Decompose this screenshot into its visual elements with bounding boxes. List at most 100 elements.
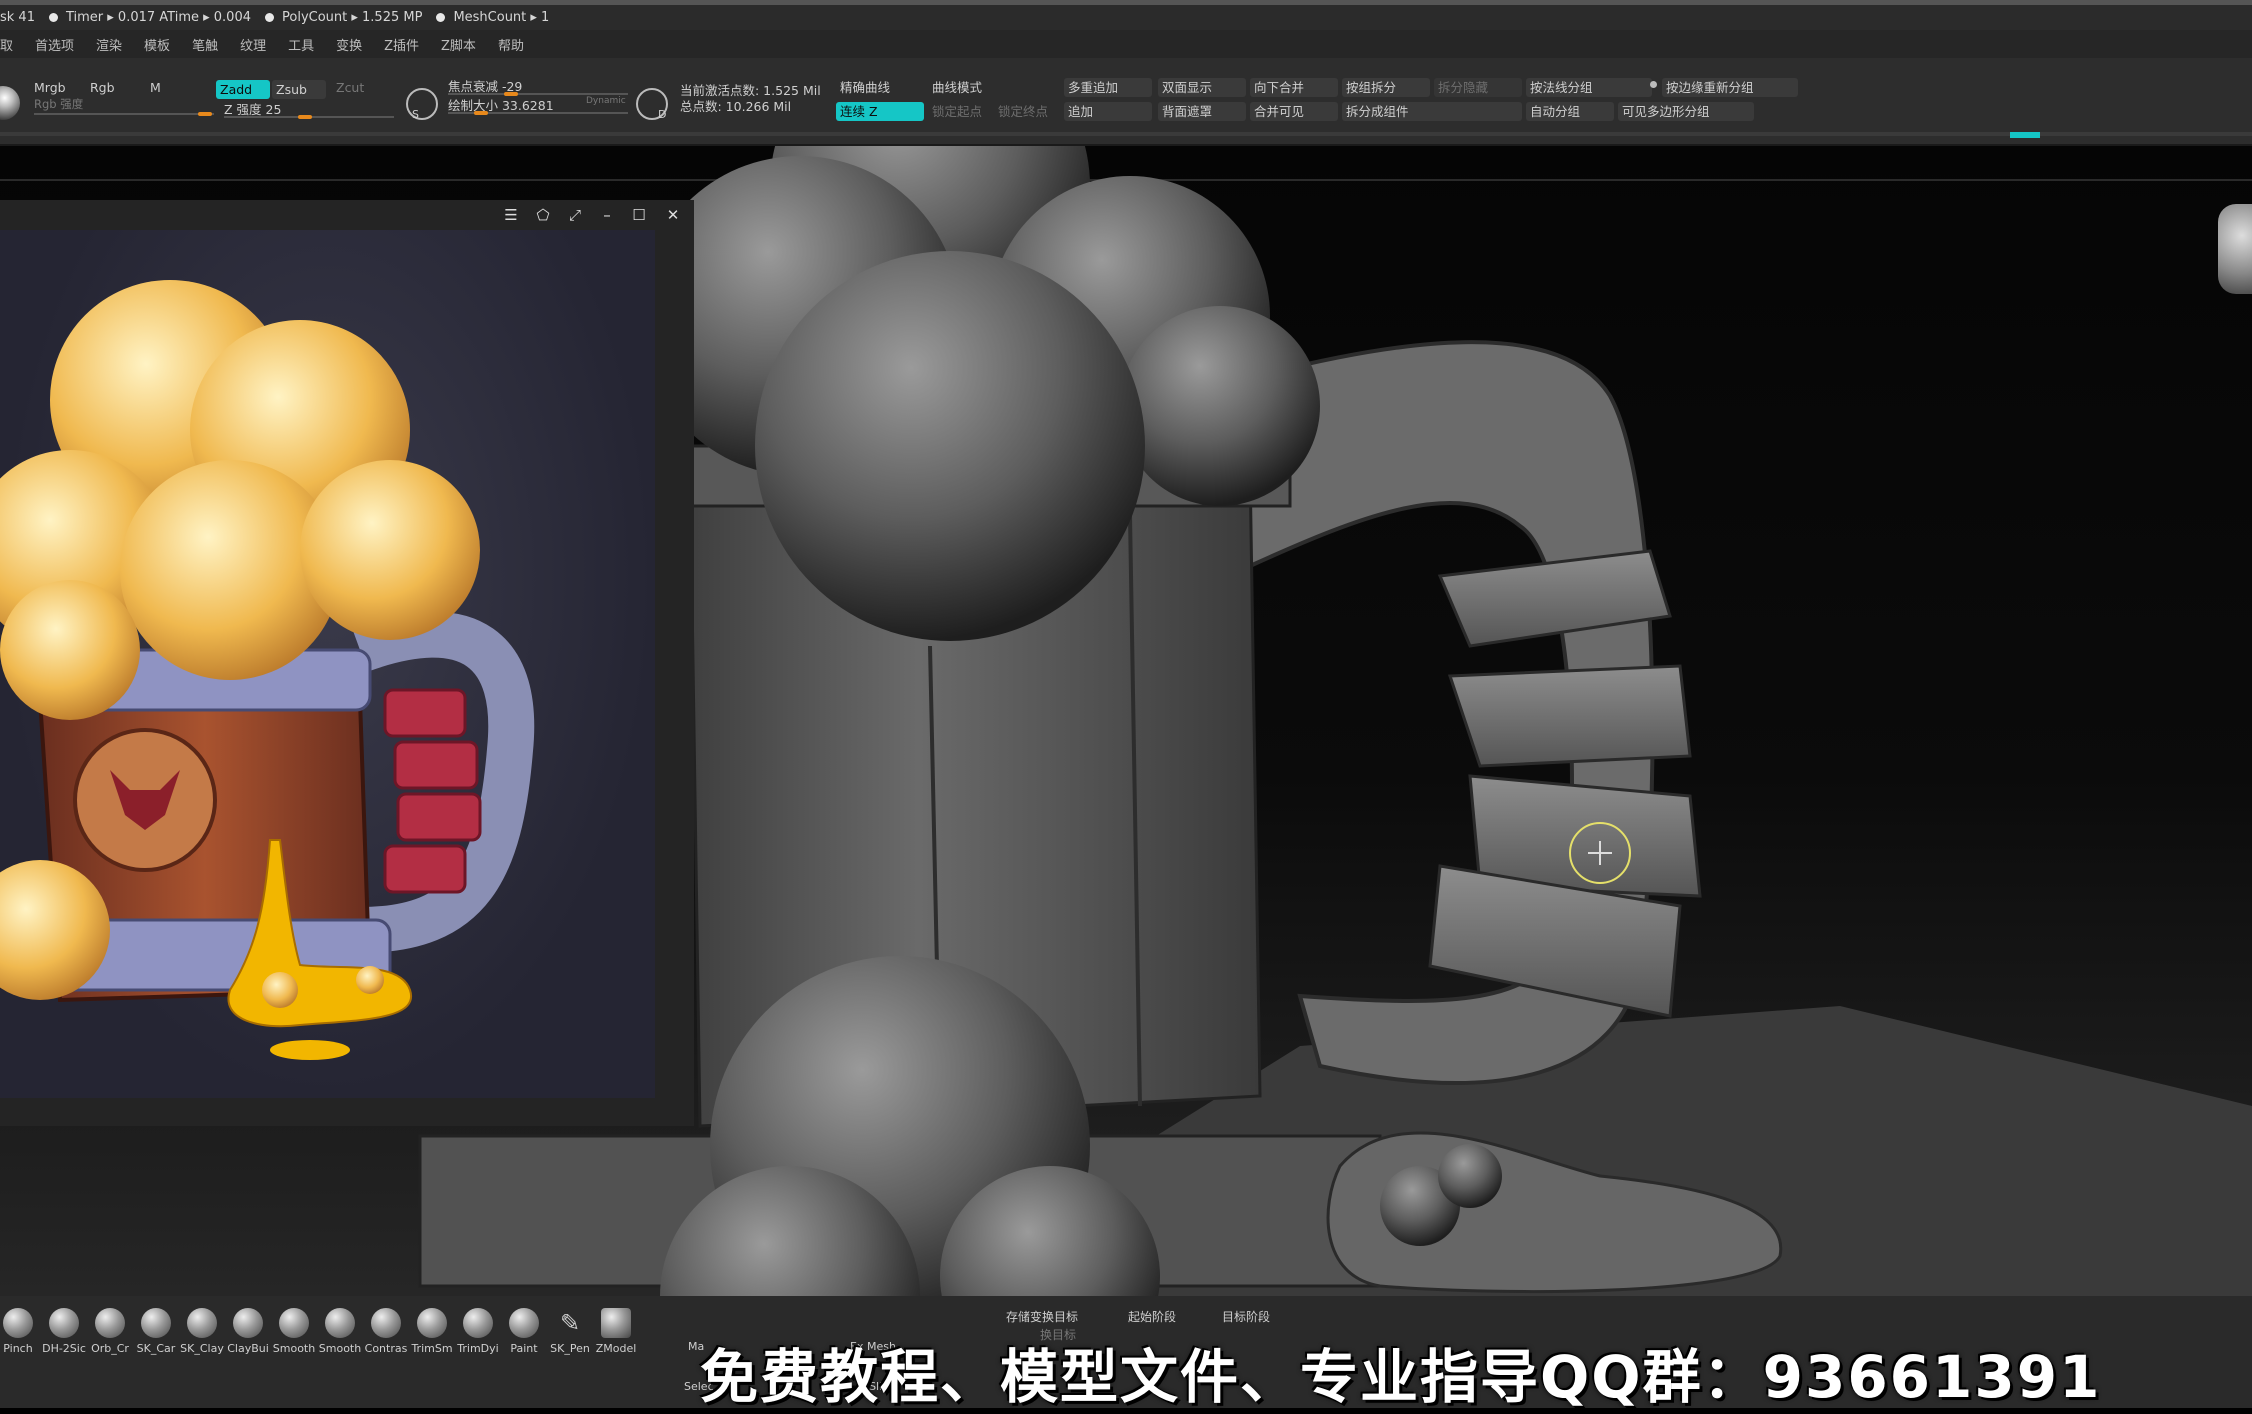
draw-size-knob[interactable] <box>474 111 488 115</box>
brush-icon <box>49 1308 79 1338</box>
target-stage-button[interactable]: 目标阶段 <box>1222 1308 1270 1325</box>
back-mask-button[interactable]: 背面遮罩 <box>1158 102 1246 121</box>
brush-label: SK_Pen <box>550 1342 590 1355</box>
multi-append-button[interactable]: 多重追加 <box>1064 78 1152 97</box>
menu-item-help[interactable]: 帮助 <box>498 35 524 54</box>
z-intensity-knob[interactable] <box>298 115 312 119</box>
rgb-intensity-knob[interactable] <box>198 112 212 116</box>
brush-pinch[interactable]: Pinch <box>0 1308 40 1355</box>
brush-icon <box>417 1308 447 1338</box>
split-components-button[interactable]: 拆分成组件 <box>1342 102 1522 121</box>
zsub-button[interactable]: Zsub <box>272 80 326 99</box>
material-swatch-icon[interactable] <box>0 86 20 120</box>
menu-item-stroke[interactable]: 笔触 <box>192 35 218 54</box>
minimize-icon[interactable]: – <box>598 206 616 224</box>
brush-icon <box>233 1308 263 1338</box>
brush-label: Smooth <box>272 1342 316 1355</box>
double-display-button[interactable]: 双面显示 <box>1158 78 1246 97</box>
menu-item-template[interactable]: 模板 <box>144 35 170 54</box>
brush-icon <box>509 1308 539 1338</box>
brush-sk-car[interactable]: SK_Car <box>134 1308 178 1355</box>
regroup-by-edge-button[interactable]: 按边缘重新分组 <box>1662 78 1798 97</box>
brush-icon <box>141 1308 171 1338</box>
brush-label: TrimSm <box>411 1342 453 1355</box>
rgb-intensity-slider[interactable]: Rgb 强度 <box>34 96 83 112</box>
menu-item[interactable]: 取 <box>0 35 13 54</box>
reference-window-titlebar[interactable]: ☰ ⬠ ⤢ – ☐ ✕ <box>0 200 694 230</box>
view-gizmo-head-icon[interactable] <box>2218 204 2252 294</box>
lock-end-button[interactable]: 锁定终点 <box>994 102 1058 121</box>
menu-item-texture[interactable]: 纹理 <box>240 35 266 54</box>
shelf-scrollbar[interactable] <box>0 132 2252 136</box>
menu-item-zscript[interactable]: Z脚本 <box>441 35 476 54</box>
brush-trimdyn[interactable]: TrimDyi <box>456 1308 500 1355</box>
s-label: S <box>412 108 419 121</box>
brush-dh-2sic[interactable]: DH-2Sic <box>42 1308 86 1355</box>
brush-smooth[interactable]: Smooth <box>272 1308 316 1355</box>
continuous-z-button[interactable]: 连续 Z <box>836 102 924 121</box>
group-visible-polys-button[interactable]: 可见多边形分组 <box>1618 102 1754 121</box>
reference-image-window[interactable]: ☰ ⬠ ⤢ – ☐ ✕ <box>0 200 694 1126</box>
append-button[interactable]: 追加 <box>1064 102 1152 121</box>
menu-bar: 取 首选项 渲染 模板 笔触 纹理 工具 变换 Z插件 Z脚本 帮助 <box>0 30 2252 58</box>
brush-icon <box>95 1308 125 1338</box>
brush-label: DH-2Sic <box>42 1342 86 1355</box>
brush-label: SK_Clay <box>180 1342 224 1355</box>
group-by-normals-button[interactable]: 按法线分组 <box>1526 78 1652 97</box>
brush-label: Contras <box>364 1342 408 1355</box>
dynamic-toggle[interactable]: Dynamic <box>586 96 626 106</box>
mrgb-button[interactable]: Mrgb <box>34 80 66 95</box>
status-item: Timer ▸ 0.017 ATime ▸ 0.004 <box>65 10 251 25</box>
brush-zmodel[interactable]: ZModel <box>594 1308 638 1355</box>
brush-icon <box>463 1308 493 1338</box>
brush-label: Smooth <box>318 1342 362 1355</box>
brush-pinch-icon <box>3 1308 33 1338</box>
pen-icon: ✎ <box>559 1309 581 1337</box>
brush-label: ClayBui <box>227 1342 269 1355</box>
menu-item-preferences[interactable]: 首选项 <box>35 35 74 54</box>
brush-icon <box>187 1308 217 1338</box>
close-icon[interactable]: ✕ <box>664 206 682 224</box>
status-dot-icon <box>436 13 446 22</box>
d-label: D <box>658 108 667 121</box>
curve-mode-button[interactable]: 曲线模式 <box>928 78 1016 97</box>
brush-icon <box>279 1308 309 1338</box>
menu-item-transform[interactable]: 变换 <box>336 35 362 54</box>
menu-icon[interactable]: ☰ <box>502 206 520 224</box>
menu-item-zplugin[interactable]: Z插件 <box>384 35 419 54</box>
m-button[interactable]: M <box>150 80 161 95</box>
brush-claybui[interactable]: ClayBui <box>226 1308 270 1355</box>
brush-label: Pinch <box>3 1342 33 1355</box>
rgb-intensity-track[interactable] <box>34 113 214 115</box>
zadd-button[interactable]: Zadd <box>216 80 270 99</box>
pin-icon[interactable]: ⬠ <box>534 206 552 224</box>
menu-item-tool[interactable]: 工具 <box>288 35 314 54</box>
shelf-scroll-thumb[interactable] <box>2010 132 2040 138</box>
rgb-button[interactable]: Rgb <box>90 80 115 95</box>
start-stage-button[interactable]: 起始阶段 <box>1128 1308 1176 1325</box>
fullscreen-icon[interactable]: ⤢ <box>566 206 584 224</box>
brush-paint[interactable]: Paint <box>502 1308 546 1355</box>
precise-curve-button[interactable]: 精确曲线 <box>836 78 924 97</box>
status-dot-icon <box>265 13 274 22</box>
lock-start-button[interactable]: 锁定起点 <box>928 102 992 121</box>
merge-visible-button[interactable]: 合并可见 <box>1250 102 1338 121</box>
status-item: PolyCount ▸ 1.525 MP <box>282 10 423 25</box>
merge-down-button[interactable]: 向下合并 <box>1250 78 1338 97</box>
brush-trimsm[interactable]: TrimSm <box>410 1308 454 1355</box>
brush-sk-clay[interactable]: SK_Clay <box>180 1308 224 1355</box>
beer-mug-artwork <box>0 280 535 1060</box>
zcut-button[interactable]: Zcut <box>336 80 364 95</box>
menu-item-render[interactable]: 渲染 <box>96 35 122 54</box>
store-morph-target-button[interactable]: 存储变换目标 <box>1006 1308 1078 1325</box>
brush-sk-pen[interactable]: ✎ SK_Pen <box>548 1308 592 1355</box>
split-hidden-button[interactable]: 拆分隐藏 <box>1434 78 1522 97</box>
split-by-group-button[interactable]: 按组拆分 <box>1342 78 1430 97</box>
brush-smooth-2[interactable]: Smooth <box>318 1308 362 1355</box>
maximize-icon[interactable]: ☐ <box>630 206 648 224</box>
focal-shift-icon[interactable] <box>406 88 438 120</box>
cube-icon <box>601 1308 631 1338</box>
brush-contrast[interactable]: Contras <box>364 1308 408 1355</box>
brush-orb-cr[interactable]: Orb_Cr <box>88 1308 132 1355</box>
auto-groups-button[interactable]: 自动分组 <box>1526 102 1614 121</box>
